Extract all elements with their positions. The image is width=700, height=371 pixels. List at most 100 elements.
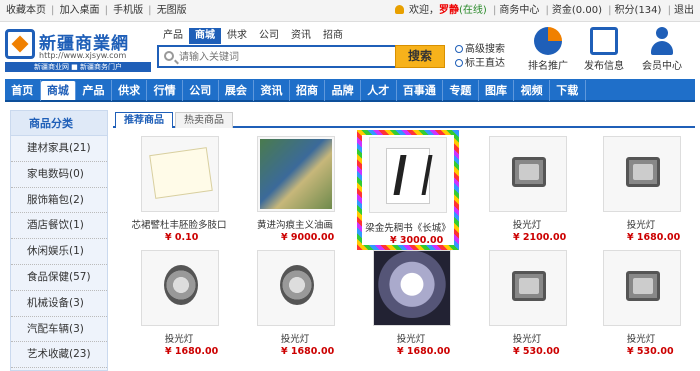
advanced-search-link[interactable]: 高级搜索 xyxy=(455,43,505,57)
product-title[interactable]: 投光灯 xyxy=(587,217,695,231)
product-image[interactable] xyxy=(369,137,447,213)
nav-mall[interactable]: 商城 xyxy=(40,81,77,100)
product-title[interactable]: 投光灯 xyxy=(241,331,349,345)
product-tabs: 推荐商品 热卖商品 xyxy=(113,110,695,128)
product-price: ¥ 1680.00 xyxy=(165,346,219,357)
member-center-link[interactable]: 会员中心 xyxy=(634,27,690,77)
sidebar-item-art[interactable]: 艺术收藏(23) xyxy=(11,342,107,369)
nav-market[interactable]: 行情 xyxy=(147,80,183,101)
nav-home[interactable]: 首页 xyxy=(5,80,41,101)
funds-link[interactable]: 资金(0.00) xyxy=(552,5,602,16)
header: 新疆商業網 http://www.xjsyw.com 新疆商业网 ■ 新疆商务门… xyxy=(0,23,700,77)
search-tab-news[interactable]: 资讯 xyxy=(285,28,317,44)
no-image-link[interactable]: 无图版 xyxy=(157,5,187,16)
top-bidding-link[interactable]: 标王直达 xyxy=(455,57,505,71)
search-tab-mall[interactable]: 商城 xyxy=(189,28,221,44)
product-image[interactable] xyxy=(489,136,567,212)
product-image[interactable] xyxy=(141,136,219,212)
top-links: 收藏本页 | 加入桌面 | 手机版 | 无图版 xyxy=(6,5,187,16)
product-price: ¥ 1680.00 xyxy=(397,346,451,357)
search-tab-products[interactable]: 产品 xyxy=(157,28,189,44)
product-title[interactable]: 梁金先稠书《长城》 xyxy=(362,220,454,234)
nav-download[interactable]: 下载 xyxy=(550,80,586,101)
nav-brand[interactable]: 品牌 xyxy=(325,80,361,101)
nav-supply[interactable]: 供求 xyxy=(112,80,148,101)
product-card[interactable]: 投光灯 ¥ 530.00 xyxy=(473,246,581,357)
sidebar-item-hotel[interactable]: 酒店餐饮(1) xyxy=(11,213,107,240)
nav-gallery[interactable]: 图库 xyxy=(479,80,515,101)
product-title[interactable]: 投光灯 xyxy=(587,331,695,345)
product-title[interactable]: 芯裙譬杜丰胚脸多肢口 xyxy=(125,217,233,231)
product-price: ¥ 530.00 xyxy=(513,346,560,357)
bookmark-link[interactable]: 收藏本页 xyxy=(6,5,46,16)
sidebar-item-appliances[interactable]: 家电数码(0) xyxy=(11,162,107,188)
product-title[interactable]: 黄进沟痕主义油画 xyxy=(241,217,349,231)
search-icon xyxy=(164,51,174,61)
product-card[interactable]: 芯裙譬杜丰胚脸多肢口 ¥ 0.10 xyxy=(125,132,233,243)
nav-news[interactable]: 资讯 xyxy=(254,80,290,101)
logo-mark-icon xyxy=(5,29,35,59)
product-image[interactable] xyxy=(603,136,681,212)
search-button[interactable]: 搜索 xyxy=(395,45,445,68)
search-box xyxy=(157,45,395,68)
nav-products[interactable]: 产品 xyxy=(76,80,112,101)
post-info-link[interactable]: 发布信息 xyxy=(576,27,632,77)
business-center-link[interactable]: 商务中心 xyxy=(499,5,539,16)
nav-topics[interactable]: 专题 xyxy=(443,80,479,101)
product-title[interactable]: 投光灯 xyxy=(473,217,581,231)
product-title[interactable]: 投光灯 xyxy=(357,331,465,345)
product-card[interactable]: 投光灯 ¥ 2100.00 xyxy=(473,132,581,243)
site-logo[interactable]: 新疆商業網 http://www.xjsyw.com 新疆商业网 ■ 新疆商务门… xyxy=(5,29,151,73)
product-card[interactable]: 投光灯 ¥ 1680.00 xyxy=(125,246,233,357)
user-icon xyxy=(648,27,676,55)
top-bar: 收藏本页 | 加入桌面 | 手机版 | 无图版 欢迎，罗静(在线) | 商务中心 | 资金… xyxy=(0,0,700,22)
sidebar-item-food[interactable]: 食品保健(57) xyxy=(11,265,107,291)
search-tab-company[interactable]: 公司 xyxy=(253,28,285,44)
product-price: ¥ 2100.00 xyxy=(513,232,567,243)
sidebar-item-machinery[interactable]: 机械设备(3) xyxy=(11,291,107,317)
product-image[interactable] xyxy=(141,250,219,326)
user-bar: 欢迎，罗静(在线) | 商务中心 | 资金(0.00) | 积分(134) | 退出 xyxy=(394,0,694,22)
category-sidebar: 商品分类 建材家具(21) 家电数码(0) 服饰箱包(2) 酒店餐饮(1) 休闲… xyxy=(10,110,108,371)
product-card-highlighted[interactable]: 梁金先稠书《长城》 ¥ 3000.00 xyxy=(357,130,459,250)
search-input[interactable] xyxy=(179,49,391,65)
product-price: ¥ 1680.00 xyxy=(627,232,681,243)
nav-talent[interactable]: 人才 xyxy=(361,80,397,101)
magnifier-icon xyxy=(455,45,463,53)
product-card[interactable]: 投光灯 ¥ 1680.00 xyxy=(241,246,349,357)
nav-invest[interactable]: 招商 xyxy=(290,80,326,101)
sidebar-item-leisure[interactable]: 休闲娱乐(1) xyxy=(11,239,107,265)
product-card[interactable]: 投光灯 ¥ 1680.00 xyxy=(357,246,465,357)
mobile-link[interactable]: 手机版 xyxy=(113,5,143,16)
search-tab-supply[interactable]: 供求 xyxy=(221,28,253,44)
product-image[interactable] xyxy=(257,250,335,326)
sidebar-item-building[interactable]: 建材家具(21) xyxy=(11,136,107,162)
logout-link[interactable]: 退出 xyxy=(674,5,694,16)
bell-icon[interactable] xyxy=(394,5,404,14)
product-image[interactable] xyxy=(603,250,681,326)
product-card[interactable]: 投光灯 ¥ 530.00 xyxy=(587,246,695,357)
product-title[interactable]: 投光灯 xyxy=(473,331,581,345)
product-card[interactable]: 黄进沟痕主义油画 ¥ 9000.00 xyxy=(241,132,349,243)
product-card[interactable]: 投光灯 ¥ 1680.00 xyxy=(587,132,695,243)
tab-hot[interactable]: 热卖商品 xyxy=(175,112,233,128)
nav-company[interactable]: 公司 xyxy=(183,80,219,101)
product-title[interactable]: 投光灯 xyxy=(125,331,233,345)
product-panel: 推荐商品 热卖商品 芯裙譬杜丰胚脸多肢口 ¥ 0.10 黄进沟痕主义油画 ¥ 90… xyxy=(113,110,695,371)
nav-video[interactable]: 视频 xyxy=(514,80,550,101)
product-image[interactable] xyxy=(489,250,567,326)
product-image[interactable] xyxy=(257,136,335,212)
monitor-icon xyxy=(590,27,618,55)
tab-recommended[interactable]: 推荐商品 xyxy=(115,112,173,128)
search-tab-invest[interactable]: 招商 xyxy=(317,28,349,44)
add-desktop-link[interactable]: 加入桌面 xyxy=(60,5,100,16)
nav-expo[interactable]: 展会 xyxy=(219,80,255,101)
product-price: ¥ 9000.00 xyxy=(281,232,335,243)
sidebar-item-auto[interactable]: 汽配车辆(3) xyxy=(11,317,107,343)
points-link[interactable]: 积分(134) xyxy=(615,5,662,16)
sidebar-item-apparel[interactable]: 服饰箱包(2) xyxy=(11,188,107,214)
nav-baishitong[interactable]: 百事通 xyxy=(397,80,444,101)
rank-promo-link[interactable]: 排名推广 xyxy=(520,27,576,77)
product-image[interactable] xyxy=(373,250,451,326)
username[interactable]: 罗静 xyxy=(439,5,459,16)
